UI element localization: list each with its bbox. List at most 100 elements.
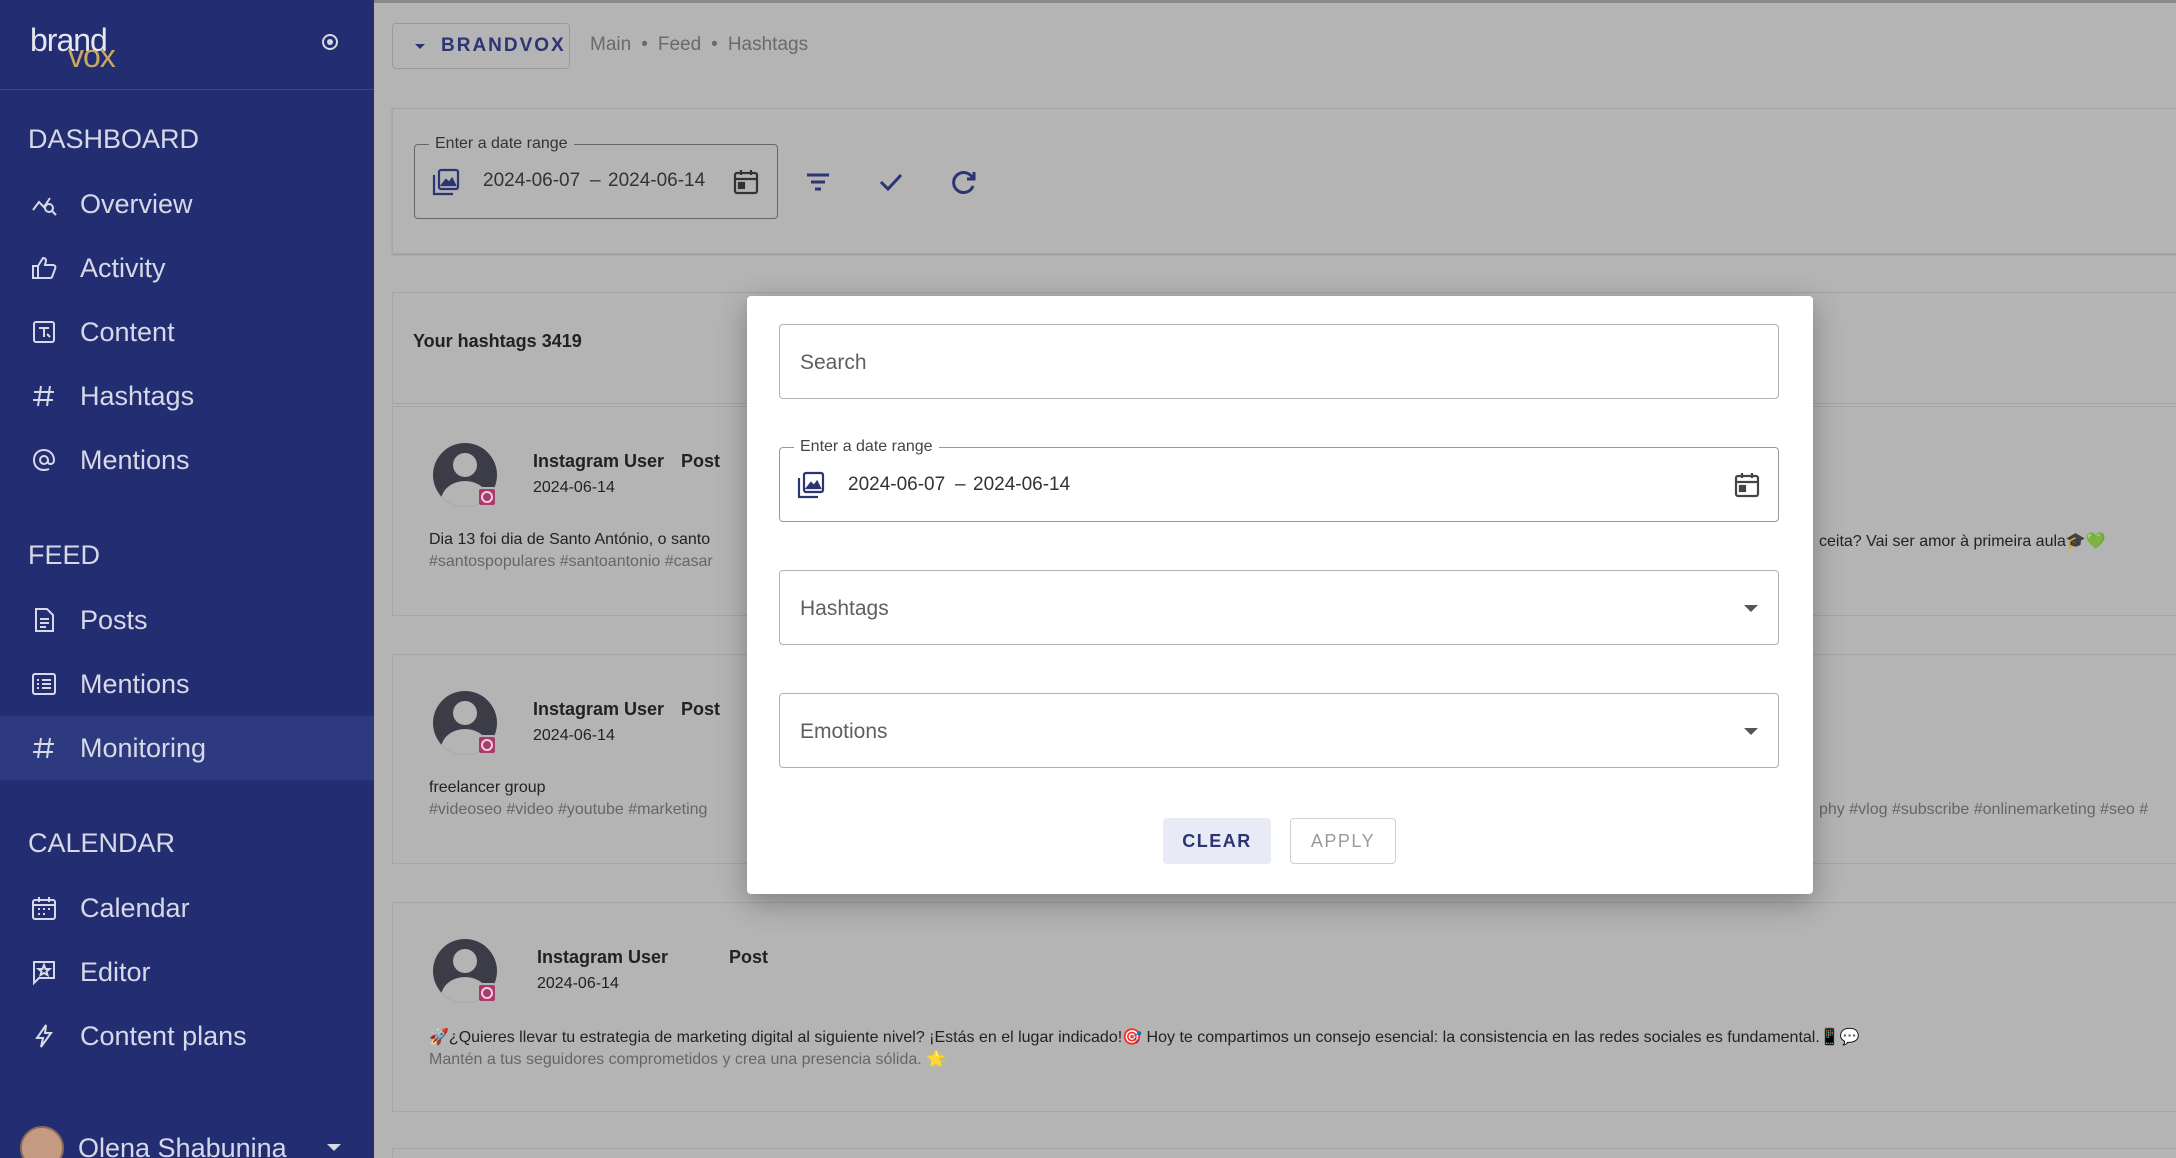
list-icon [30,670,58,698]
date-end: 2024-06-14 [973,474,1071,495]
at-sign-icon [30,446,58,474]
user-profile[interactable]: Olena Shabunina [20,1126,287,1158]
sidebar-toggle-icon[interactable] [322,34,338,50]
brand-logo[interactable]: brand vox [30,22,140,74]
hashtags-placeholder: Hashtags [800,597,889,620]
sidebar-item-label: Content [80,316,175,347]
breadcrumb-item: Hashtags [727,34,809,55]
filter-dialog: Search Enter a date range 2024-06-07 – 2… [747,296,1813,894]
sidebar-item-label: Posts [80,604,148,635]
content-icon [30,318,58,346]
post-date: 2024-06-14 [537,975,619,992]
post-tags: #videoseo #video #youtube #marketing [429,801,708,818]
clear-button[interactable]: CLEAR [1163,818,1271,864]
breadcrumb: Main • Feed • Hashtags [590,34,808,56]
apply-button[interactable]: APPLY [1290,818,1396,864]
date-separator: – [590,170,601,191]
sidebar-item-label: Mentions [80,444,190,475]
caret-down-icon [415,43,425,49]
post-type: Post [681,699,721,719]
breadcrumb-separator: • [641,34,648,55]
date-separator: – [955,474,966,495]
section-title-feed: FEED [28,540,101,570]
thumb-up-icon [30,254,58,282]
calendar-icon [30,894,58,922]
instagram-icon [477,983,497,1003]
calendar-icon[interactable] [731,167,761,202]
sidebar-item-label: Hashtags [80,380,195,411]
sidebar-item-content-plans[interactable]: Content plans [0,1004,374,1068]
check-icon[interactable] [871,162,911,202]
post-type: Post [729,947,769,967]
filter-bar: Enter a date range 2024-06-07 – 2024-06-… [392,108,2176,254]
user-name: Olena Shabunina [78,1132,287,1158]
post-type: Post [681,451,721,471]
sidebar-item-label: Editor [80,956,151,987]
date-range-field[interactable]: Enter a date range 2024-06-07 – 2024-06-… [779,438,1779,522]
filter-icon[interactable] [798,162,838,202]
brand-select-label: BRANDVOX [441,35,566,56]
post-user: Instagram User [533,699,665,719]
logo-text-vox: vox [68,38,116,74]
sidebar-item-label: Mentions [80,668,190,699]
sidebar-item-editor[interactable]: Editor [0,940,374,1004]
instagram-icon [477,487,497,507]
date-range-label: Enter a date range [429,135,574,153]
date-end: 2024-06-14 [608,170,706,191]
gallery-icon [431,167,461,202]
date-range-label: Enter a date range [794,438,939,456]
sidebar-item-hashtags[interactable]: Hashtags [0,364,374,428]
chevron-down-icon [1744,728,1758,735]
sidebar-item-content[interactable]: Content [0,300,374,364]
sidebar-item-label: Content plans [80,1020,247,1051]
instagram-icon [477,735,497,755]
emotions-select[interactable]: Emotions [779,693,1779,768]
search-placeholder: Search [800,351,867,374]
sidebar-item-label: Monitoring [80,732,207,763]
hashtag-icon [30,734,58,762]
post-date: 2024-06-14 [533,479,615,496]
emotions-placeholder: Emotions [800,720,888,743]
sidebar-item-posts[interactable]: Posts [0,588,374,652]
breadcrumb-item[interactable]: Main [590,34,631,56]
sidebar-item-mentions[interactable]: Mentions [0,428,374,492]
star-comment-icon [30,958,58,986]
chevron-down-icon[interactable] [327,1144,341,1151]
date-range-field[interactable]: Enter a date range 2024-06-07 – 2024-06-… [414,135,778,219]
sidebar-item-monitoring[interactable]: Monitoring [0,716,374,780]
post-date: 2024-06-14 [533,727,615,744]
document-icon [30,606,58,634]
brand-select-button[interactable]: BRANDVOX [392,23,570,69]
sidebar-item-activity[interactable]: Activity [0,236,374,300]
section-title-calendar: CALENDAR [28,828,176,858]
refresh-icon[interactable] [944,162,984,202]
post-text: freelancer group [429,779,546,796]
hashtags-select[interactable]: Hashtags [779,570,1779,645]
lightning-icon [30,1022,58,1050]
post-user: Instagram User [533,451,665,471]
sidebar-item-label: Overview [80,188,193,219]
post-text: 🚀¿Quieres llevar tu estrategia de market… [429,1029,1860,1046]
post-card[interactable] [392,1148,2176,1158]
hashtags-count: Your hashtags 3419 [413,331,582,351]
avatar [20,1126,64,1158]
section-title-dashboard: DASHBOARD [28,124,200,154]
post-tags: Mantén a tus seguidores comprometidos y … [429,1051,947,1068]
sidebar-divider [0,89,374,90]
search-input[interactable]: Search [779,324,1779,399]
post-text-tail: ceita? Vai ser amor à primeira aula🎓💚 [1819,533,2106,550]
sidebar-item-feed-mentions[interactable]: Mentions [0,652,374,716]
sidebar-item-label: Activity [80,252,166,283]
breadcrumb-item[interactable]: Feed [658,34,701,56]
calendar-icon[interactable] [1732,470,1762,505]
chevron-down-icon [1744,605,1758,612]
date-start: 2024-06-07 [848,474,946,495]
sidebar-item-overview[interactable]: Overview [0,172,374,236]
post-tags: #santospopulares #santoantonio #casar [429,553,713,570]
post-card[interactable]: Instagram User Post 2024-06-14 🚀¿Quieres… [392,902,2176,1112]
top-bar: BRANDVOX Main • Feed • Hashtags [374,0,2176,90]
hashtag-icon [30,382,58,410]
breadcrumb-separator: • [711,34,718,55]
sidebar-item-calendar[interactable]: Calendar [0,876,374,940]
post-tags-tail: phy #vlog #subscribe #onlinemarketing #s… [1819,801,2149,818]
